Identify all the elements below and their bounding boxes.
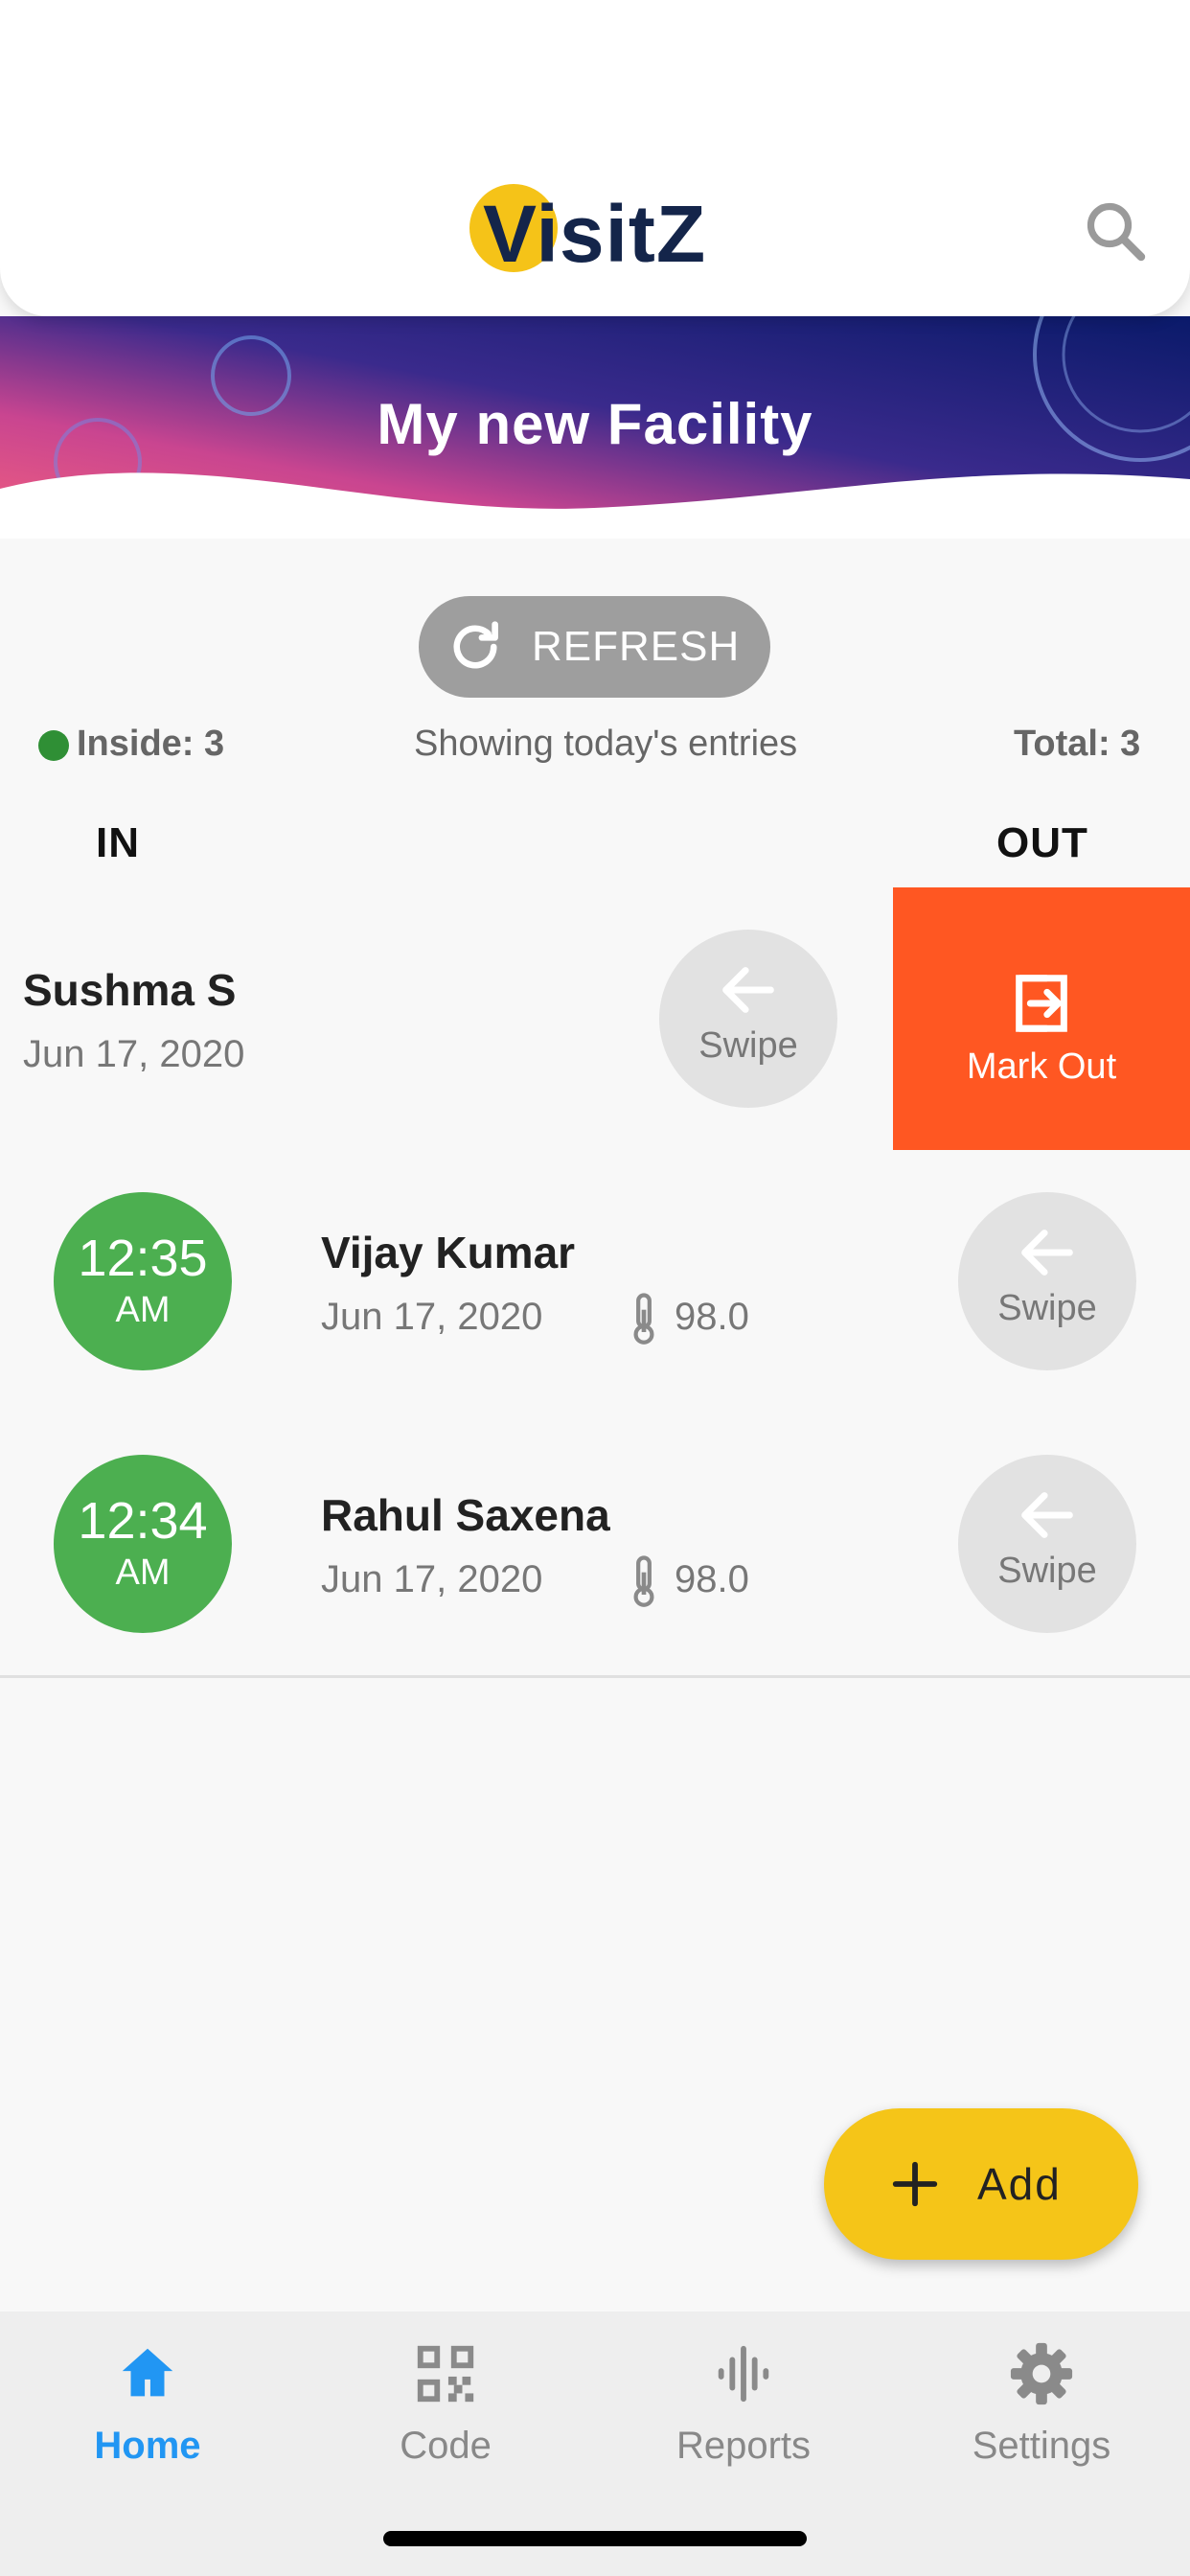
- entry-row[interactable]: 12:34 AM Rahul Saxena Jun 17, 2020 98.0 …: [0, 1413, 1190, 1678]
- total-count: Total: 3: [1014, 724, 1141, 764]
- mark-out-button[interactable]: Mark Out: [893, 887, 1190, 1150]
- visitor-name: Sushma S: [23, 965, 237, 1015]
- entry-time-badge: 12:34 AM: [54, 1455, 232, 1633]
- visit-date: Jun 17, 2020: [321, 1558, 543, 1600]
- entry-row[interactable]: 12:35 AM Vijay Kumar Jun 17, 2020 98.0 S…: [0, 1150, 1190, 1415]
- swipe-label: Swipe: [997, 1551, 1097, 1591]
- visit-date: Jun 17, 2020: [321, 1296, 543, 1338]
- facility-banner: My new Facility: [0, 316, 1190, 539]
- nav-settings-label: Settings: [972, 2425, 1111, 2467]
- app-header: VisitZ: [0, 0, 1190, 316]
- status-dot: [38, 729, 69, 761]
- out-column-header: OUT: [996, 819, 1088, 866]
- audio-wave-icon: [718, 2345, 769, 2403]
- home-indicator: [383, 2531, 807, 2546]
- thermometer-icon: [633, 1293, 654, 1345]
- plus-icon: [892, 2161, 938, 2207]
- qr-code-icon: [417, 2345, 474, 2403]
- nav-reports-label: Reports: [675, 2425, 812, 2467]
- visit-date: Jun 17, 2020: [23, 1033, 245, 1075]
- thermometer-icon: [633, 1555, 654, 1607]
- swipe-label: Swipe: [698, 1025, 798, 1066]
- swipe-label: Swipe: [997, 1288, 1097, 1328]
- gear-icon: [1010, 2342, 1073, 2405]
- inside-label: Inside: 3: [77, 724, 225, 764]
- refresh-label: REFRESH: [532, 623, 741, 670]
- nav-code-label: Code: [400, 2425, 492, 2467]
- entry-time-badge: 12:35 AM: [54, 1192, 232, 1370]
- swipe-button[interactable]: Swipe: [958, 1455, 1136, 1633]
- arrow-left-icon: [1021, 1230, 1073, 1276]
- visitor-name: Rahul Saxena: [321, 1490, 610, 1540]
- add-label: Add: [977, 2159, 1062, 2209]
- entry-time: 12:34: [78, 1492, 208, 1550]
- inside-count: Inside: 3: [38, 724, 224, 765]
- nav-home[interactable]: Home: [33, 2340, 263, 2468]
- refresh-button[interactable]: REFRESH: [419, 596, 770, 698]
- logo-text: VisitZ: [483, 189, 707, 279]
- arrow-left-icon: [1021, 1492, 1073, 1538]
- nav-settings[interactable]: Settings: [927, 2340, 1156, 2468]
- exit-icon: [1016, 975, 1067, 1032]
- mark-out-label: Mark Out: [966, 1046, 1117, 1087]
- app-logo: VisitZ: [469, 182, 728, 288]
- search-icon[interactable]: [1081, 196, 1150, 265]
- visitor-name: Vijay Kumar: [321, 1228, 576, 1277]
- arrow-left-icon: [722, 967, 774, 1013]
- entry-time: 12:35: [78, 1230, 208, 1287]
- in-column-header: IN: [96, 819, 140, 866]
- nav-reports[interactable]: Reports: [629, 2340, 858, 2468]
- nav-home-label: Home: [94, 2425, 201, 2467]
- showing-entries-label: Showing today's entries: [414, 724, 798, 764]
- nav-code[interactable]: Code: [331, 2340, 561, 2468]
- temperature-value: 98.0: [675, 1296, 749, 1338]
- swipe-button[interactable]: Swipe: [958, 1192, 1136, 1370]
- entry-ampm: AM: [115, 1552, 171, 1593]
- home-icon: [122, 2348, 173, 2397]
- temperature-value: 98.0: [675, 1558, 749, 1600]
- swipe-button[interactable]: Swipe: [659, 930, 837, 1108]
- refresh-icon: [453, 621, 498, 669]
- facility-title: My new Facility: [377, 392, 813, 456]
- entry-ampm: AM: [115, 1290, 171, 1330]
- add-visitor-button[interactable]: Add: [824, 2108, 1138, 2260]
